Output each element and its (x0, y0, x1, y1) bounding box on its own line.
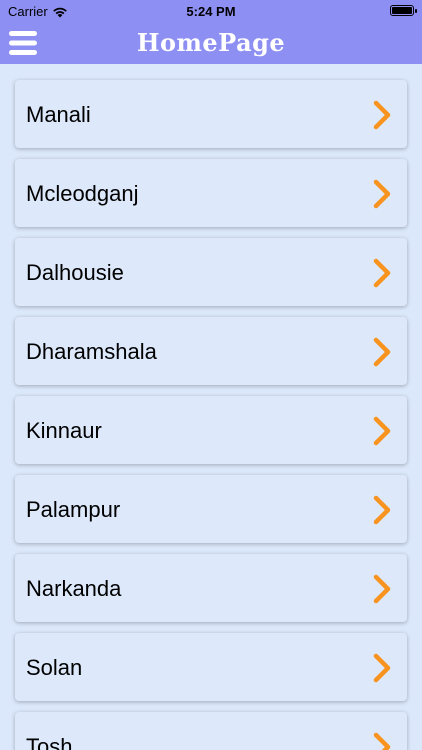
list-item[interactable]: Solan (15, 633, 407, 701)
list-item[interactable]: Palampur (15, 475, 407, 543)
list-item[interactable]: Kinnaur (15, 396, 407, 464)
chevron-right-icon (373, 258, 391, 288)
list-item[interactable]: Dalhousie (15, 238, 407, 306)
chevron-right-icon (373, 732, 391, 750)
status-bar: Carrier 5:24 PM (0, 0, 422, 22)
list-item-label: Manali (26, 102, 91, 127)
list-item-label: Narkanda (26, 576, 122, 601)
status-time: 5:24 PM (186, 4, 236, 19)
battery-fill (392, 7, 412, 14)
page-title: HomePage (136, 28, 286, 57)
list-item-label: Dharamshala (26, 339, 157, 364)
destination-list[interactable]: Manali Mcleodganj Dalhousie Dharamshala … (0, 64, 422, 750)
list-item[interactable]: Manali (15, 80, 407, 148)
list-item[interactable]: Tosh (15, 712, 407, 750)
chevron-right-icon (373, 337, 391, 367)
nav-bar: HomePage (0, 22, 422, 64)
chevron-right-icon (373, 100, 391, 130)
list-item[interactable]: Dharamshala (15, 317, 407, 385)
list-item-label: Kinnaur (26, 418, 102, 443)
list-item-label: Dalhousie (26, 260, 124, 285)
chevron-right-icon (373, 574, 391, 604)
list-item[interactable]: Narkanda (15, 554, 407, 622)
list-item-label: Solan (26, 655, 83, 680)
battery-icon (390, 5, 417, 16)
list-item-label: Mcleodganj (26, 181, 139, 206)
list-item[interactable]: Mcleodganj (15, 159, 407, 227)
chevron-right-icon (373, 416, 391, 446)
list-item-label: Tosh (26, 734, 73, 750)
chevron-right-icon (373, 179, 391, 209)
list-item-label: Palampur (26, 497, 121, 522)
chevron-right-icon (373, 495, 391, 525)
chevron-right-icon (373, 653, 391, 683)
